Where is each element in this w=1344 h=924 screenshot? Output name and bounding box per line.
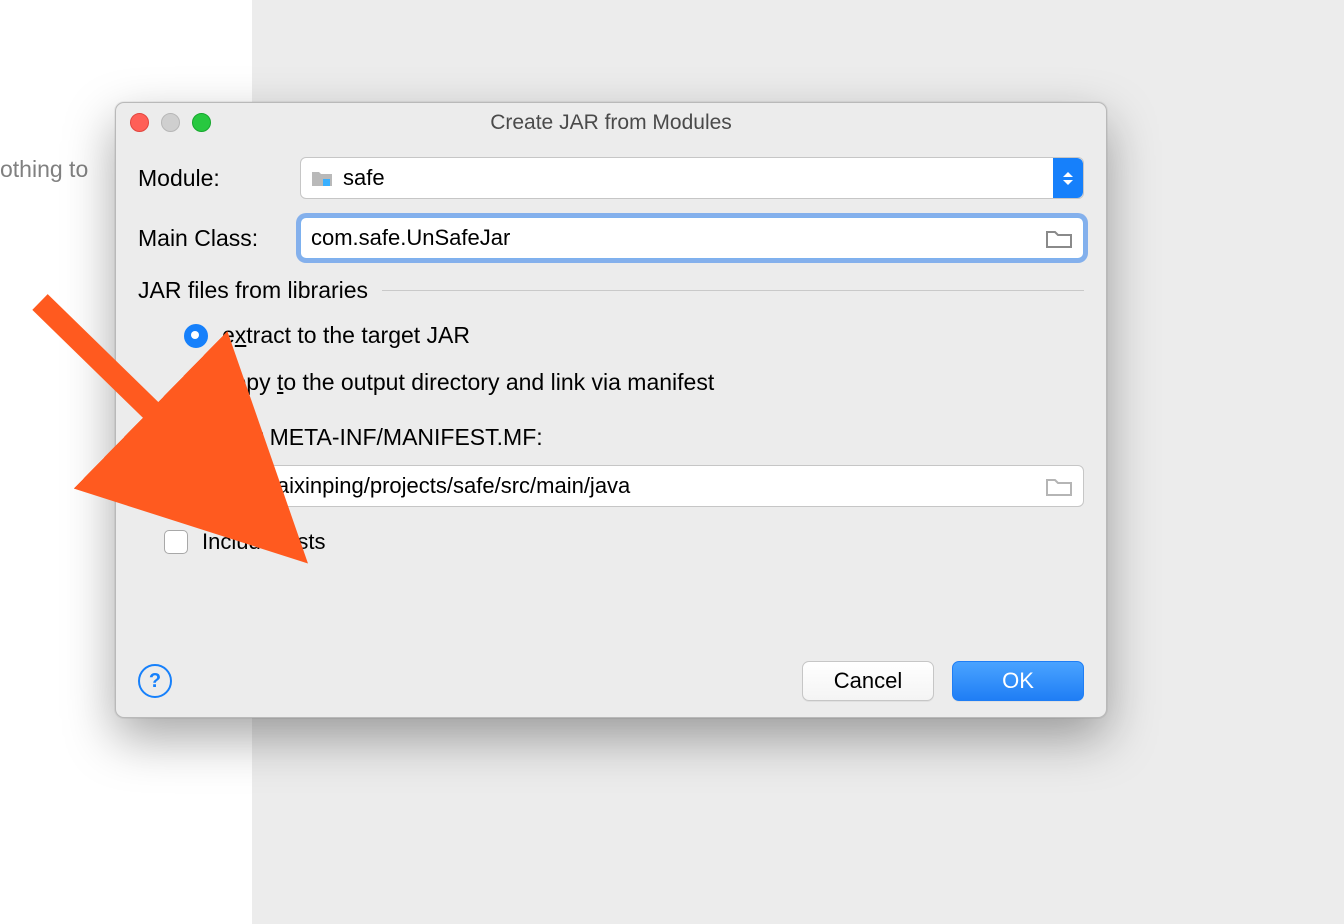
radio-extract-row[interactable]: extract to the target JAR xyxy=(184,322,1084,349)
chevron-up-icon xyxy=(1063,172,1073,177)
manifest-dir-input[interactable]: /Users/baixinping/projects/safe/src/main… xyxy=(195,473,1039,499)
titlebar: Create JAR from Modules xyxy=(116,103,1106,139)
include-tests-label: Include tests xyxy=(202,529,326,555)
main-class-input-wrapper[interactable]: com.safe.UnSafeJar xyxy=(300,217,1084,259)
manifest-dir-input-wrapper[interactable]: /Users/baixinping/projects/safe/src/main… xyxy=(184,465,1084,507)
cancel-button[interactable]: Cancel xyxy=(802,661,934,701)
main-class-label: Main Class: xyxy=(138,225,300,252)
dialog-title: Create JAR from Modules xyxy=(116,111,1106,135)
radio-copy-row[interactable]: copy to the output directory and link vi… xyxy=(184,369,1084,396)
radio-extract-label: extract to the target JAR xyxy=(222,322,470,349)
radio-copy-label: copy to the output directory and link vi… xyxy=(222,369,714,396)
chevron-down-icon xyxy=(1063,180,1073,185)
main-class-input[interactable]: com.safe.UnSafeJar xyxy=(311,225,1039,251)
main-class-row: Main Class: com.safe.UnSafeJar xyxy=(138,217,1084,259)
module-label: Module: xyxy=(138,165,300,192)
fieldset-divider xyxy=(382,290,1084,291)
create-jar-dialog: Create JAR from Modules Module: safe Mai… xyxy=(115,102,1107,718)
manifest-dir-row: /Users/baixinping/projects/safe/src/main… xyxy=(184,465,1084,507)
fieldset-title: JAR files from libraries xyxy=(138,277,368,304)
module-row: Module: safe xyxy=(138,157,1084,199)
ok-button[interactable]: OK xyxy=(952,661,1084,701)
module-folder-icon xyxy=(311,169,333,187)
dialog-content: Module: safe Main Class: com.safe.UnSafe… xyxy=(138,157,1084,701)
include-tests-checkbox[interactable] xyxy=(164,530,188,554)
module-combobox[interactable]: safe xyxy=(300,157,1084,199)
background-truncated-text: othing to xyxy=(0,156,88,183)
browse-manifest-dir-button[interactable] xyxy=(1045,475,1073,497)
dialog-footer: ? Cancel OK xyxy=(138,661,1084,701)
module-dropdown-button[interactable] xyxy=(1053,158,1083,198)
include-tests-row[interactable]: Include tests xyxy=(164,529,1084,555)
help-button[interactable]: ? xyxy=(138,664,172,698)
manifest-dir-label: Directory for META-INF/MANIFEST.MF: xyxy=(138,424,1084,451)
module-value: safe xyxy=(343,165,385,191)
jar-libs-fieldset: JAR files from libraries extract to the … xyxy=(138,277,1084,396)
radio-extract[interactable] xyxy=(184,324,208,348)
help-icon: ? xyxy=(149,670,161,693)
radio-copy[interactable] xyxy=(184,371,208,395)
browse-main-class-button[interactable] xyxy=(1045,227,1073,249)
